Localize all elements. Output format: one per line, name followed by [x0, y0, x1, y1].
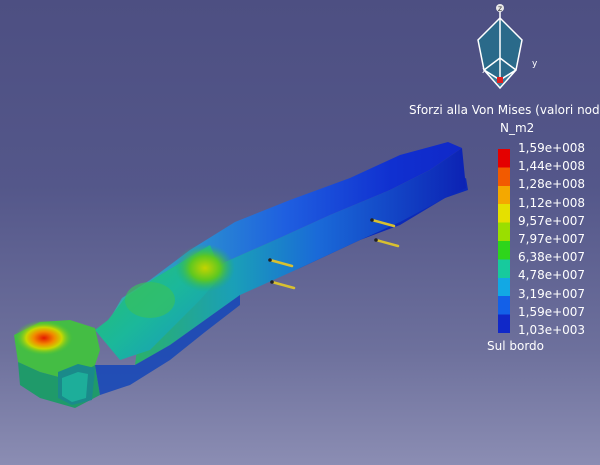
legend-footer: Sul bordo [487, 339, 545, 353]
stress-part-model [14, 142, 468, 408]
legend-value: 6,38e+007 [518, 250, 586, 265]
legend-value: 1,12e+008 [518, 195, 586, 210]
legend-value: 1,28e+008 [518, 177, 586, 192]
compass-y-label: y [532, 59, 538, 69]
compass-x-label: x [482, 66, 488, 76]
legend-value: 4,78e+007 [518, 268, 586, 283]
legend-value: 7,97e+007 [518, 231, 586, 246]
legend-value: 1,59e+007 [518, 304, 586, 319]
legend-value: 3,19e+007 [518, 286, 586, 301]
compass-z-label: z [498, 4, 502, 13]
legend-unit: N_m2 [500, 121, 535, 135]
legend-value: 1,03e+003 [518, 322, 586, 337]
legend-color-bar [498, 149, 510, 333]
legend-value: 1,59e+008 [518, 141, 586, 155]
legend-value: 9,57e+007 [518, 213, 586, 228]
legend-value: 1,44e+008 [518, 159, 586, 174]
legend-title: Sforzi alla Von Mises (valori nodali) [409, 103, 600, 117]
compass-icon[interactable]: z x y [470, 0, 545, 95]
legend-values: 1,59e+008 1,44e+008 1,28e+008 1,12e+008 … [518, 139, 585, 339]
